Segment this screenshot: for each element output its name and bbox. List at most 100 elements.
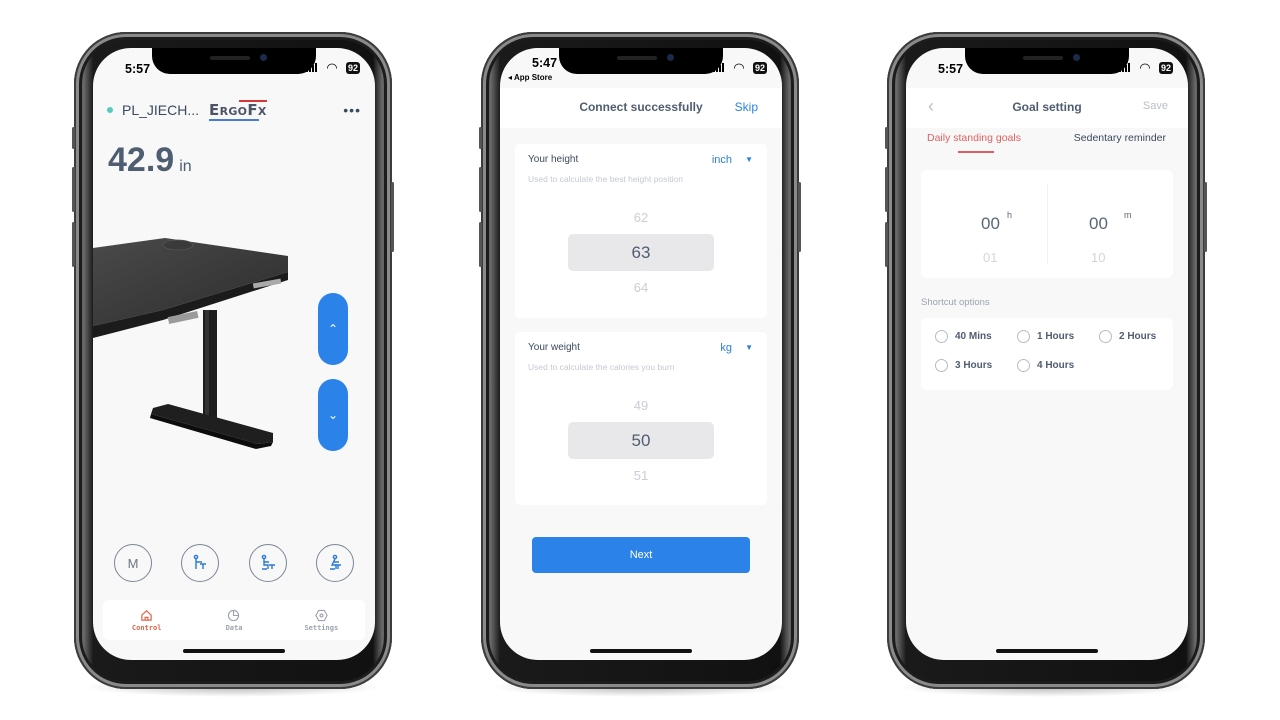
phone-goal-setting-screen: 5:57 ◠ 92 ‹ Goal setting Save Daily stan…: [885, 32, 1207, 697]
chevron-up-icon: ⌃: [327, 322, 339, 336]
wifi-icon: ◠: [734, 60, 744, 75]
height-picker-selected[interactable]: 63: [568, 234, 714, 271]
shortcut-option-1-hours[interactable]: 1 Hours: [1017, 330, 1074, 343]
weight-unit-dropdown[interactable]: kg: [720, 342, 732, 354]
option-label: 1 Hours: [1037, 331, 1075, 342]
tab-label: Control: [131, 623, 162, 632]
minutes-unit: m: [1124, 210, 1132, 220]
bottom-tab-bar: Control Data Settings: [103, 600, 365, 640]
home-icon: [141, 609, 152, 621]
hours-next[interactable]: 01: [983, 250, 997, 265]
battery-icon: 92: [752, 62, 767, 74]
height-unit-dropdown[interactable]: inch: [712, 154, 732, 166]
home-indicator: [996, 649, 1098, 653]
shortcut-option-3-hours[interactable]: 3 Hours: [935, 359, 992, 372]
device-name[interactable]: PL_JIECH...: [122, 102, 199, 118]
time-picker[interactable]: 00 h 01 00 m 10: [921, 170, 1173, 278]
hexagon-gear-icon: [315, 609, 328, 621]
status-time: 5:57: [125, 62, 151, 76]
radio-button[interactable]: [1099, 330, 1112, 343]
wifi-icon: ◠: [1140, 60, 1150, 75]
next-button[interactable]: Next: [532, 537, 750, 573]
minutes-value[interactable]: 00: [1089, 214, 1108, 234]
caret-down-icon[interactable]: ▼: [745, 155, 753, 164]
nav-bar: Connect successfully Skip: [500, 88, 782, 128]
tab-control[interactable]: Control: [103, 600, 190, 640]
sitting-preset-icon: [261, 554, 275, 570]
shortcut-options-label: Shortcut options: [921, 297, 990, 308]
notch: [559, 48, 723, 74]
screen: 5:47 ◂ App Store ◠ 92 Connect successful…: [500, 48, 782, 660]
nav-bar: ‹ Goal setting Save: [906, 88, 1188, 128]
preset-label: M: [127, 555, 139, 571]
goal-tabs: Daily standing goals Sedentary reminder: [906, 132, 1188, 162]
height-description: Used to calculate the best height positi…: [528, 174, 683, 184]
picker-option[interactable]: 62: [515, 210, 767, 225]
picker-option[interactable]: 51: [515, 468, 767, 483]
current-height: 42.9 in: [108, 141, 192, 180]
radio-button[interactable]: [935, 330, 948, 343]
option-label: 40 Mins: [955, 331, 992, 342]
radio-button[interactable]: [935, 359, 948, 372]
height-unit: in: [179, 158, 192, 175]
screen: 5:57 ◠ 92 PL_JIECH... ErgoFx ••• 42.9in: [93, 48, 375, 660]
shortcut-options: 40 Mins 1 Hours 2 Hours 3 Hours 4 Hours: [921, 318, 1173, 390]
tab-sedentary-reminder[interactable]: Sedentary reminder: [1074, 132, 1166, 144]
back-to-app-store-link[interactable]: ◂ App Store: [508, 73, 552, 82]
hours-value[interactable]: 00: [981, 214, 1000, 234]
save-button[interactable]: Save: [1143, 100, 1168, 112]
memory-preset-button[interactable]: M: [114, 544, 152, 582]
shortcut-option-4-hours[interactable]: 4 Hours: [1017, 359, 1074, 372]
phone-control-screen: 5:57 ◠ 92 PL_JIECH... ErgoFx ••• 42.9in: [72, 32, 394, 697]
hours-unit: h: [1007, 210, 1013, 220]
active-tab-underline: [958, 151, 994, 153]
sitting-preset-button[interactable]: [248, 544, 287, 582]
picker-option[interactable]: 64: [515, 280, 767, 295]
shortcut-option-40-mins[interactable]: 40 Mins: [935, 330, 992, 343]
weight-description: Used to calculate the calories you burn: [528, 362, 675, 372]
minutes-next[interactable]: 10: [1091, 250, 1105, 265]
standing-preset-icon: [194, 554, 207, 569]
tab-label: Settings: [304, 623, 339, 632]
tab-daily-standing-goals[interactable]: Daily standing goals: [927, 132, 1021, 144]
screen: 5:57 ◠ 92 ‹ Goal setting Save Daily stan…: [906, 48, 1188, 660]
wifi-icon: ◠: [327, 60, 337, 75]
radio-button[interactable]: [1017, 359, 1030, 372]
battery-icon: 92: [345, 62, 360, 74]
notch: [965, 48, 1129, 74]
height-label: Your height: [528, 154, 579, 165]
pie-chart-icon: [228, 609, 240, 621]
caret-down-icon[interactable]: ▼: [745, 343, 753, 352]
status-time: 5:57: [938, 62, 964, 76]
picker-option[interactable]: 49: [515, 398, 767, 413]
raise-desk-button[interactable]: ⌃: [318, 293, 348, 365]
picker-divider: [1047, 184, 1048, 264]
battery-icon: 92: [1158, 62, 1173, 74]
sitting-low-preset-icon: [329, 554, 341, 570]
tab-data[interactable]: Data: [190, 600, 277, 640]
more-horizontal-icon[interactable]: •••: [343, 102, 361, 118]
notch: [152, 48, 316, 74]
height-presets: M: [114, 544, 354, 582]
option-label: 4 Hours: [1037, 360, 1075, 371]
option-label: 3 Hours: [955, 360, 993, 371]
skip-button[interactable]: Skip: [735, 100, 758, 114]
tab-label: Data: [225, 623, 243, 632]
weight-card: Your weight kg ▼ Used to calculate the c…: [515, 332, 767, 505]
chevron-down-icon: ⌄: [327, 408, 339, 422]
home-indicator: [183, 649, 285, 653]
weight-picker-selected[interactable]: 50: [568, 422, 714, 459]
brand-logo: ErgoFx: [209, 100, 267, 121]
radio-button[interactable]: [1017, 330, 1030, 343]
home-indicator: [590, 649, 692, 653]
shortcut-option-2-hours[interactable]: 2 Hours: [1099, 330, 1156, 343]
connection-status-dot: [107, 107, 113, 113]
sitting-low-preset-button[interactable]: [315, 544, 354, 582]
height-value: 42.9: [108, 141, 175, 179]
lower-desk-button[interactable]: ⌄: [318, 379, 348, 451]
status-time: 5:47: [532, 56, 558, 70]
standing-preset-button[interactable]: [181, 544, 220, 582]
option-label: 2 Hours: [1119, 331, 1157, 342]
tab-settings[interactable]: Settings: [278, 600, 365, 640]
device-header: PL_JIECH... ErgoFx •••: [107, 100, 361, 121]
